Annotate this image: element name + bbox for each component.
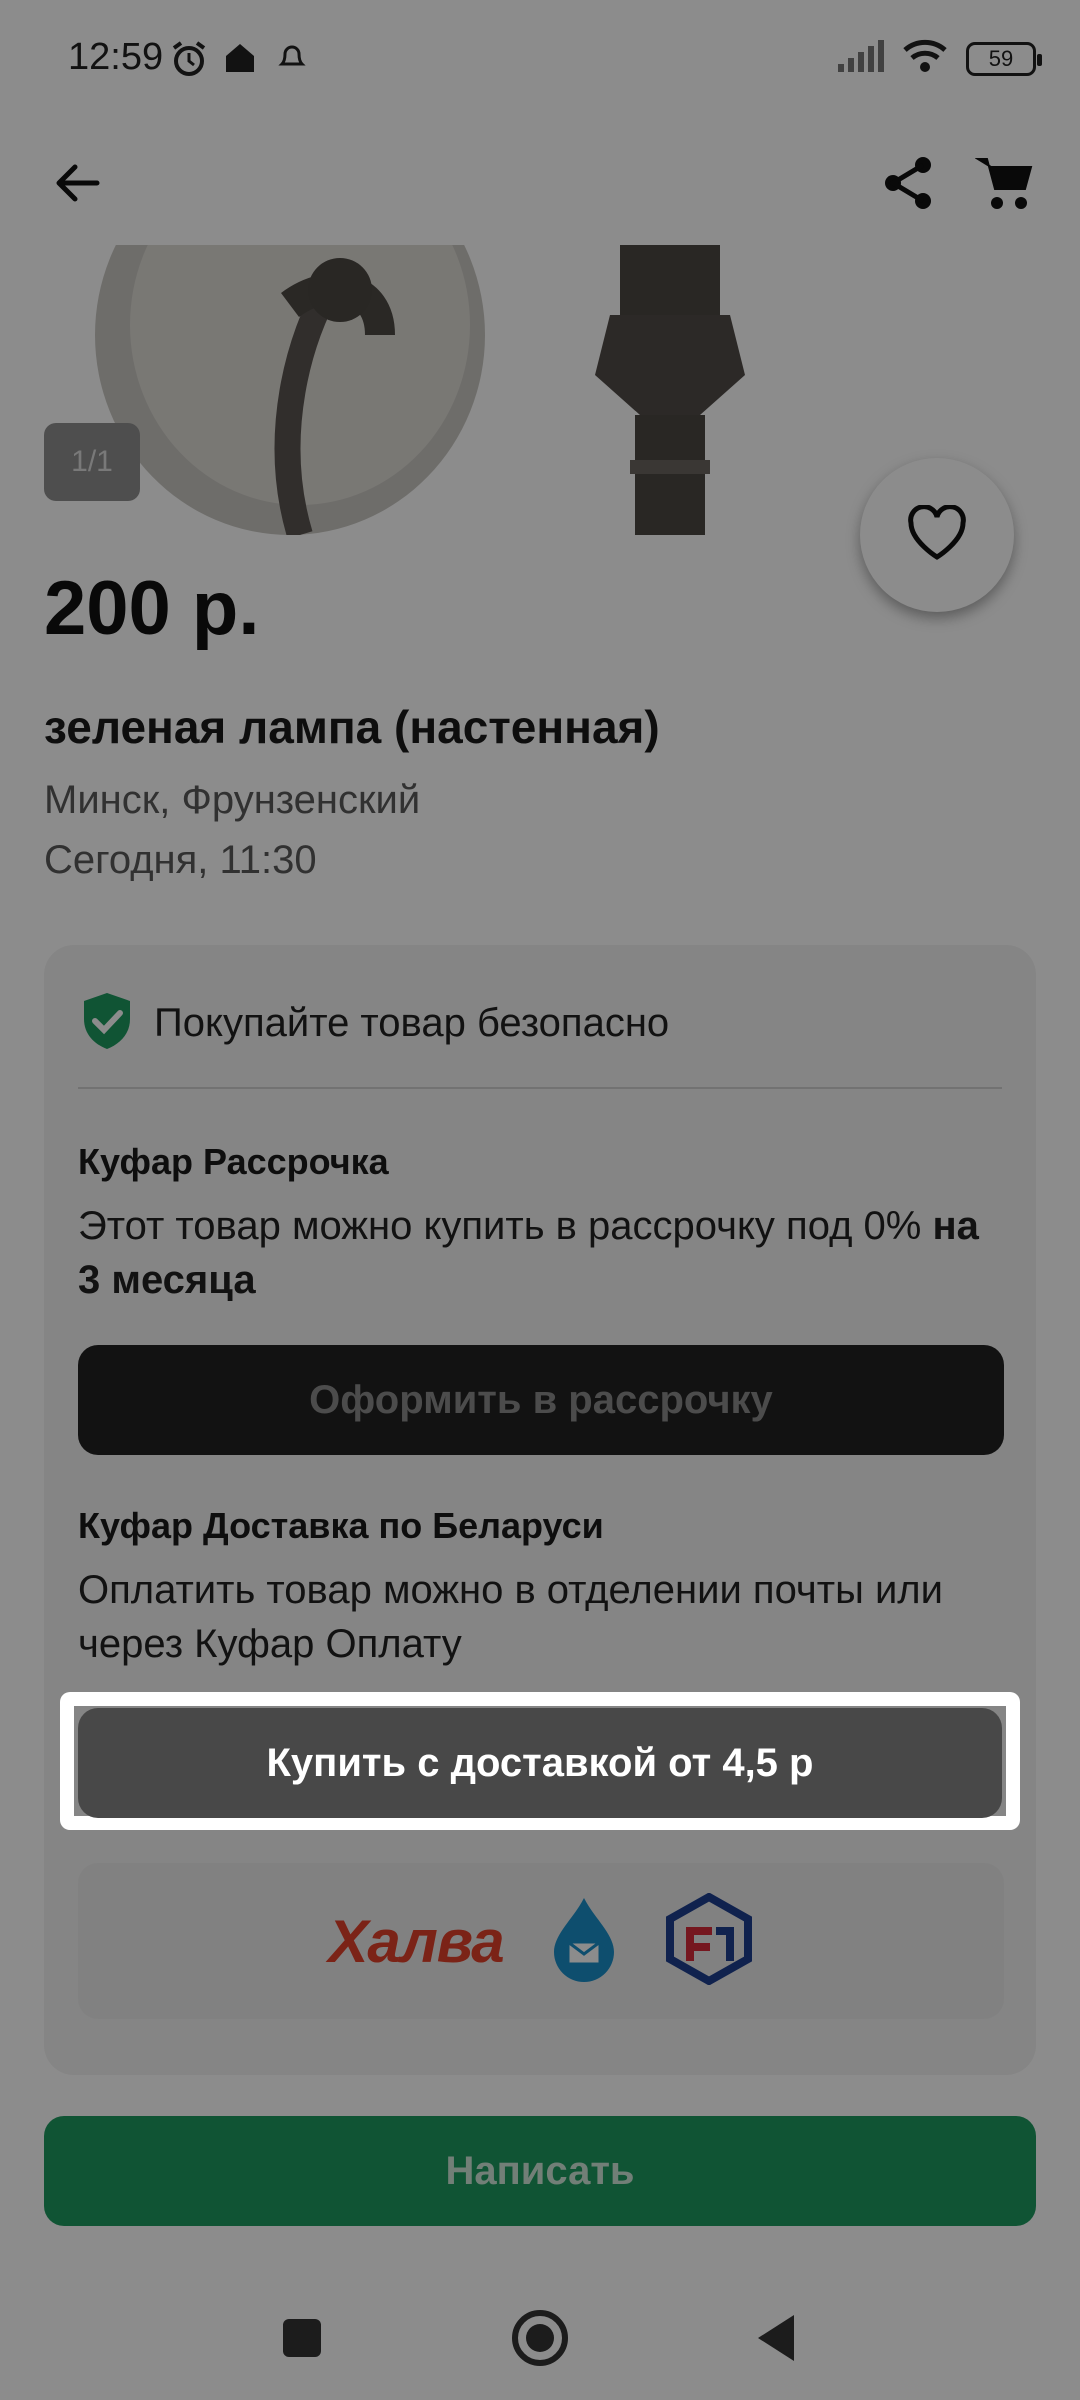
heart-icon: [907, 503, 967, 566]
divider: [78, 1087, 1002, 1089]
signal-icon: [836, 38, 884, 79]
cart-button[interactable]: [960, 140, 1050, 230]
safe-purchase-card: Покупайте товар безопасно Куфар Рассрочк…: [44, 945, 1036, 2075]
buy-with-delivery-button[interactable]: Купить с доставкой от 4,5 р: [78, 1708, 1002, 1818]
payment-partners: Халва: [78, 1863, 1004, 2019]
delivery-heading: Куфар Доставка по Беларуси: [78, 1505, 604, 1546]
listing-date: Сегодня, 11:30: [44, 838, 317, 882]
listing-location: Минск, Фрунзенский: [44, 778, 421, 822]
back-nav-button[interactable]: [736, 2300, 816, 2380]
square-icon: [281, 2317, 323, 2364]
share-button[interactable]: [864, 140, 954, 230]
status-time: 12:59: [68, 36, 164, 78]
installment-text-plain: Этот товар можно купить в рассрочку под …: [78, 1204, 933, 1248]
triangle-back-icon: [754, 2313, 798, 2368]
home-icon: [222, 40, 258, 81]
battery-indicator: 59: [966, 41, 1042, 76]
installment-heading: Куфар Рассрочка: [78, 1141, 389, 1182]
ep-logo-icon: [664, 1891, 754, 1990]
halva-logo: Халва: [328, 1907, 504, 1975]
installment-button[interactable]: Оформить в рассрочку: [78, 1345, 1004, 1455]
safe-purchase-header: Покупайте товар безопасно: [80, 991, 669, 1056]
shield-check-icon: [80, 991, 134, 1056]
price: 200 р.: [44, 566, 260, 651]
listing-title: зеленая лампа (настенная): [44, 701, 660, 753]
notification-icon: [276, 40, 308, 77]
alarm-icon: [170, 40, 208, 83]
circle-icon: [510, 2308, 570, 2373]
recent-apps-button[interactable]: [262, 2300, 342, 2380]
back-button[interactable]: [32, 140, 122, 230]
top-bar: [0, 120, 1080, 250]
status-bar: 12:59 59: [0, 0, 1080, 120]
safe-purchase-title: Покупайте товар безопасно: [154, 1001, 670, 1045]
post-logo-icon: [544, 1894, 624, 1989]
favorite-button[interactable]: [860, 458, 1014, 612]
wifi-icon: [902, 38, 948, 79]
delivery-text: Оплатить товар можно в отделении почты и…: [78, 1568, 943, 1666]
home-button[interactable]: [500, 2300, 580, 2380]
arrow-left-icon: [51, 157, 103, 214]
system-navigation-bar: [0, 2260, 1080, 2400]
installment-text: Этот товар можно купить в рассрочку под …: [78, 1199, 1008, 1307]
image-counter: 1/1: [44, 423, 140, 501]
share-icon: [881, 155, 937, 216]
write-message-button[interactable]: Написать: [44, 2116, 1036, 2226]
cart-icon: [974, 153, 1035, 218]
